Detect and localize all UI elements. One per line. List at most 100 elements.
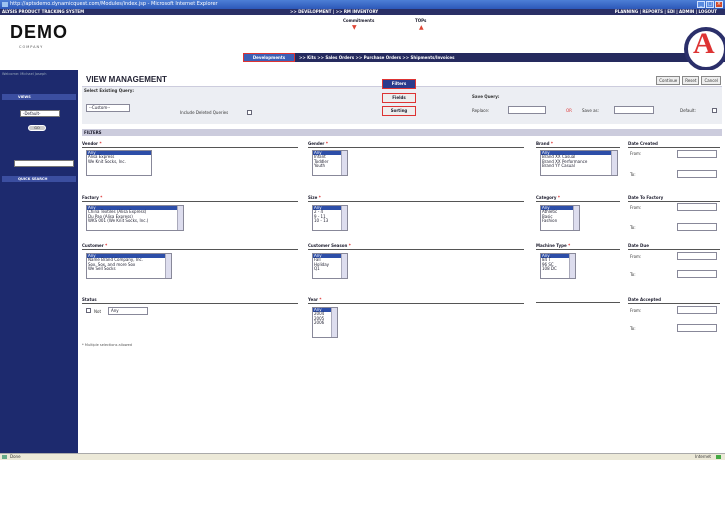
tab-fields[interactable]: Fields — [382, 93, 416, 103]
customer-season-title: Customer Season * — [308, 243, 524, 250]
vendor-title: Vendor * — [82, 141, 298, 148]
query-bar — [82, 86, 722, 124]
brand-listbox[interactable]: Any Brand XX Casual Brand XX Performance Br… — [540, 150, 618, 176]
list-option[interactable]: We Sell Socks — [87, 266, 171, 271]
quick-search-header[interactable]: QUICK SEARCH — [2, 176, 76, 182]
customer-listbox[interactable]: Any Name Brand Company, Inc. Sox, Sox, and… — [86, 253, 172, 279]
machine-type-listbox[interactable]: Any 84 T 96 SC 108 DC — [540, 253, 576, 279]
category-listbox[interactable]: Any Athletic Basic Fashion — [540, 205, 580, 231]
listbox-scrollbar[interactable] — [165, 254, 171, 278]
tab-sorting[interactable]: Sorting — [382, 106, 416, 116]
listbox-scrollbar[interactable] — [611, 151, 617, 175]
listbox-scrollbar[interactable] — [573, 206, 579, 230]
date-to-factory-from-label: From: — [630, 205, 642, 210]
tab-filters[interactable]: Filters — [382, 79, 416, 89]
status-dropdown[interactable]: Any — [108, 307, 148, 315]
brand-title: Brand * — [536, 141, 620, 148]
tops-link[interactable]: TOPs — [415, 18, 426, 23]
window-controls: _ □ × — [697, 1, 723, 8]
vendor-listbox[interactable]: Any Alisa Express We Knit Socks, Inc. — [86, 150, 152, 176]
brand-label: Brand — [536, 141, 550, 146]
view-select[interactable]: -Default- — [20, 110, 60, 117]
select-query-dropdown[interactable]: --Custom-- — [86, 104, 130, 112]
minimize-icon[interactable]: _ — [697, 1, 705, 8]
date-created-from-input[interactable] — [677, 150, 717, 158]
list-option[interactable]: WKS 001 (We Knit Socks, Inc.) — [87, 218, 183, 223]
date-due-to-label: To: — [630, 272, 636, 277]
date-created-to-input[interactable] — [677, 170, 717, 178]
down-arrow-icon: ▼ — [352, 24, 357, 31]
save-query-label: Save Query: — [472, 94, 500, 99]
views-header[interactable]: VIEWS — [2, 94, 76, 100]
zone-text: Internet — [695, 454, 711, 459]
customer-label: Customer — [82, 243, 104, 248]
date-to-factory-to-input[interactable] — [677, 223, 717, 231]
commitments-link[interactable]: Commitments — [343, 18, 374, 23]
replace-dropdown[interactable] — [508, 106, 546, 114]
listbox-scrollbar[interactable] — [341, 254, 347, 278]
listbox-scrollbar[interactable] — [341, 206, 347, 230]
date-accepted-from-input[interactable] — [677, 306, 717, 314]
quick-search-label: QUICK SEARCH — [18, 177, 48, 181]
date-created-from-label: From: — [630, 151, 642, 156]
gender-listbox[interactable]: Any Infant Toddler Youth — [312, 150, 348, 176]
reset-button[interactable]: Reset — [682, 76, 700, 85]
year-label: Year — [308, 297, 318, 302]
customer-title: Customer * — [82, 243, 298, 250]
list-option[interactable]: We Knit Socks, Inc. — [87, 159, 151, 164]
gender-label: Gender — [308, 141, 325, 146]
status-text: Done — [10, 454, 21, 459]
workflow-nav: Developments >> Kits >> Sales Orders >> … — [243, 53, 725, 62]
status-bar: Done Internet — [0, 453, 725, 460]
cancel-button[interactable]: Cancel — [701, 76, 721, 85]
listbox-scrollbar[interactable] — [177, 206, 183, 230]
status-not-checkbox[interactable] — [86, 308, 91, 313]
internet-zone-icon — [716, 455, 721, 459]
replace-label: Replace: — [472, 108, 490, 113]
go-button[interactable]: GO — [28, 125, 46, 131]
nav-developments[interactable]: Developments — [243, 53, 295, 62]
date-accepted-from-label: From: — [630, 308, 642, 313]
up-arrow-icon: ▲ — [419, 24, 424, 31]
continue-button[interactable]: Continue — [656, 76, 681, 85]
apts-logo: APTS — [10, 492, 59, 512]
listbox-scrollbar[interactable] — [341, 151, 347, 175]
page-title: VIEW MANAGEMENT — [86, 75, 167, 84]
company-logo: DEMO — [10, 22, 68, 42]
ie-icon — [2, 2, 8, 7]
machine-type-title: Machine Type * — [536, 243, 620, 250]
date-accepted-to-input[interactable] — [677, 324, 717, 332]
date-to-factory-from-input[interactable] — [677, 203, 717, 211]
maximize-icon[interactable]: □ — [706, 1, 714, 8]
save-as-input[interactable] — [614, 106, 654, 114]
category-label: Category — [536, 195, 557, 200]
date-due-title: Date Due — [628, 243, 720, 250]
default-checkbox[interactable] — [712, 108, 717, 113]
quick-search-input[interactable] — [14, 160, 74, 167]
apts-text: APTS — [10, 492, 60, 511]
default-label: Default: — [680, 108, 696, 113]
listbox-scrollbar[interactable] — [331, 308, 337, 337]
page-done-icon — [2, 455, 7, 459]
list-option[interactable]: Brand YY Casual — [541, 163, 617, 168]
date-due-to-input[interactable] — [677, 270, 717, 278]
window-title-bar: http://aptsdemo.dynamicquest.com/Modules… — [0, 0, 725, 9]
listbox-scrollbar[interactable] — [569, 254, 575, 278]
include-deleted-label: Include Deleted Queries — [180, 110, 229, 115]
window-title: http://aptsdemo.dynamicquest.com/Modules… — [10, 1, 218, 7]
status-title: Status — [82, 297, 298, 304]
year-title: Year * — [308, 297, 524, 304]
nav-workflow-items[interactable]: >> Kits >> Sales Orders >> Purchase Orde… — [299, 53, 455, 62]
customer-season-listbox[interactable]: Any Fall Holiday Q1 — [312, 253, 348, 279]
size-listbox[interactable]: Any 2 - 49 - 11 10 - 13 — [312, 205, 348, 231]
year-listbox[interactable]: Any 2004 2005 2006 — [312, 307, 338, 338]
date-due-from-input[interactable] — [677, 252, 717, 260]
include-deleted-checkbox[interactable] — [247, 110, 252, 115]
factory-listbox[interactable]: Any China Textiles (Alisa Express) Du Pao … — [86, 205, 184, 231]
customer-season-label: Customer Season — [308, 243, 348, 248]
date-created-to-label: To: — [630, 172, 636, 177]
date-accepted-to-label: To: — [630, 326, 636, 331]
save-as-label: Save as: — [582, 108, 599, 113]
welcome-text: Welcome: Michael Joseph — [2, 72, 47, 76]
close-icon[interactable]: × — [715, 1, 723, 8]
